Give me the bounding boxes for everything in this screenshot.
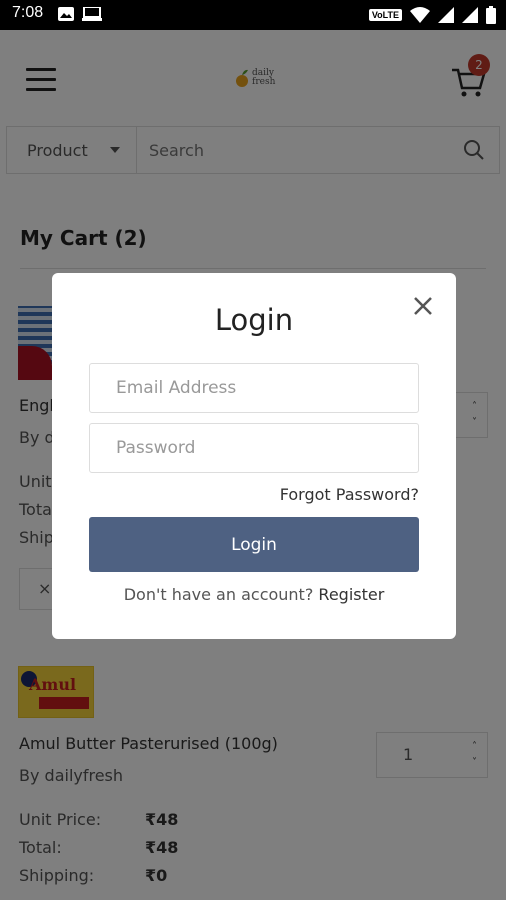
password-field[interactable] — [89, 423, 419, 473]
no-account-text: Don't have an account? — [123, 585, 314, 604]
volte-badge: VoLTE — [368, 9, 402, 21]
signal-icon — [438, 7, 454, 23]
image-notification-icon — [58, 7, 74, 21]
login-modal: Login Forgot Password? Login Don't have … — [52, 273, 456, 639]
forgot-password-link[interactable]: Forgot Password? — [280, 485, 419, 504]
close-icon[interactable] — [410, 293, 436, 319]
wifi-icon — [410, 7, 430, 23]
status-bar: 7:08 VoLTE — [0, 0, 506, 30]
signal-icon-2 — [462, 7, 478, 23]
laptop-notification-icon — [82, 7, 102, 21]
modal-title: Login — [214, 303, 294, 337]
register-line: Don't have an account? Register — [52, 585, 456, 604]
login-button[interactable]: Login — [89, 517, 419, 572]
email-field[interactable] — [89, 363, 419, 413]
status-time: 7:08 — [12, 4, 44, 21]
battery-icon — [486, 6, 496, 24]
register-link[interactable]: Register — [318, 585, 384, 604]
